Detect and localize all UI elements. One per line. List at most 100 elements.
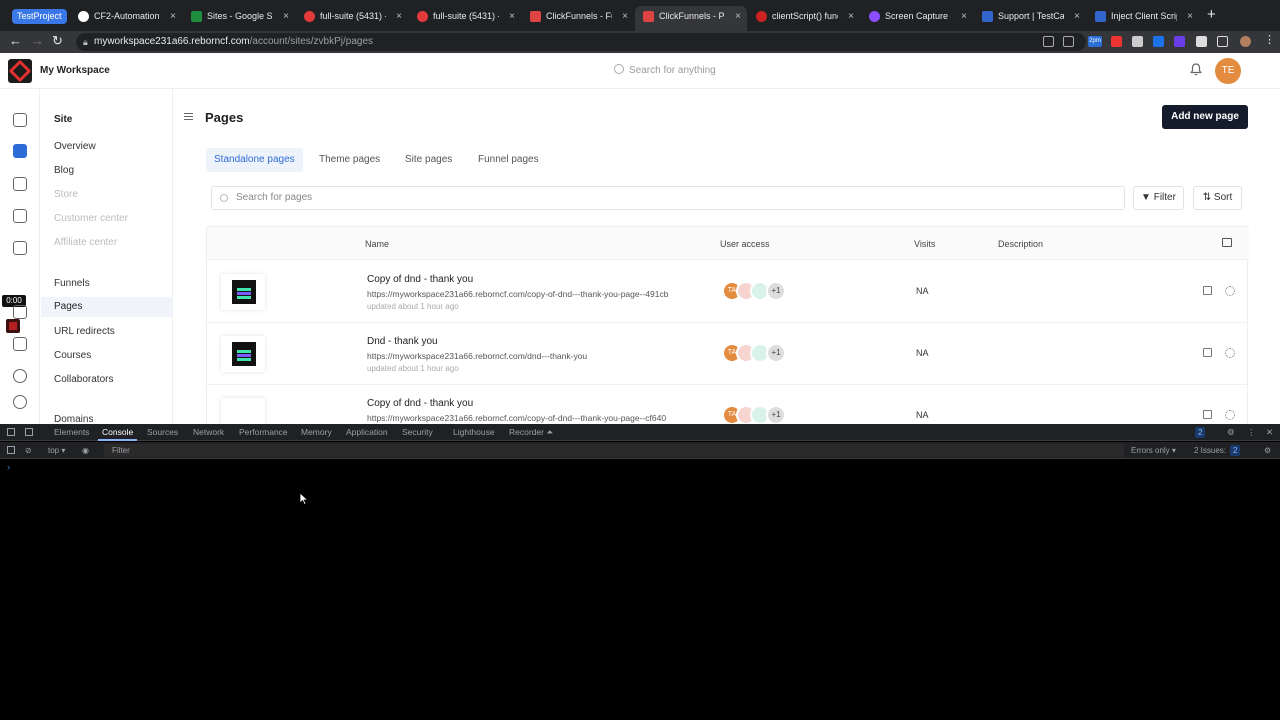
close-icon[interactable]: × xyxy=(283,6,289,27)
share-icon[interactable] xyxy=(1043,36,1054,47)
bookmark-star-icon[interactable] xyxy=(1063,36,1074,47)
forward-icon[interactable]: → xyxy=(31,33,44,48)
more-users-badge[interactable]: +1 xyxy=(766,281,786,301)
cart-icon[interactable] xyxy=(13,209,27,223)
pages-search-input[interactable]: Search for pages xyxy=(211,186,1125,210)
close-icon[interactable]: × xyxy=(622,6,628,27)
browser-tab[interactable]: Support | TestCafe × xyxy=(974,6,1086,31)
browser-tab[interactable]: ClickFunnels - Fu × xyxy=(522,6,634,31)
devtools-tab-performance[interactable]: Performance xyxy=(239,427,288,437)
global-search[interactable]: Search for anything xyxy=(614,64,716,76)
extension-icon[interactable] xyxy=(1153,36,1164,47)
tab-funnel-pages[interactable]: Funnel pages xyxy=(470,148,547,172)
copy-icon[interactable] xyxy=(1203,348,1212,357)
console-filter-input[interactable]: Filter xyxy=(104,444,1124,457)
extension-badge[interactable]: 2pm xyxy=(1088,36,1102,47)
browser-tab[interactable]: Sites - Google Sh × xyxy=(183,6,295,31)
clear-console-icon[interactable]: ⊘ xyxy=(25,446,32,455)
sidebar-item-courses[interactable]: Courses xyxy=(54,350,91,361)
console-settings-icon[interactable]: ⚙ xyxy=(1264,446,1271,455)
help-icon[interactable] xyxy=(13,395,27,409)
automation-icon[interactable] xyxy=(13,305,27,319)
marketing-icon[interactable] xyxy=(13,337,27,351)
browser-tab[interactable]: full-suite (5431) - × xyxy=(296,6,408,31)
inspect-icon[interactable] xyxy=(7,428,15,436)
sidebar-item-blog[interactable]: Blog xyxy=(54,165,74,176)
table-row[interactable]: Copy of dnd - thank you https://myworksp… xyxy=(207,385,1249,424)
browser-tab-active[interactable]: ClickFunnels - Pa × xyxy=(635,6,747,31)
table-row[interactable]: Dnd - thank you https://myworkspace231a6… xyxy=(207,323,1249,385)
console-prompt[interactable]: › xyxy=(7,462,10,472)
gear-icon[interactable] xyxy=(1225,410,1235,420)
more-icon[interactable]: ⋮ xyxy=(1247,427,1256,438)
page-thumbnail[interactable] xyxy=(221,398,265,424)
browser-tab[interactable]: Screen Capture o × xyxy=(861,6,973,31)
funnel-icon[interactable] xyxy=(13,177,27,191)
new-tab-button[interactable]: + xyxy=(1207,6,1216,23)
issues-count-badge[interactable]: 2 xyxy=(1230,445,1241,456)
clickfunnels-logo[interactable] xyxy=(8,59,32,83)
gear-icon[interactable] xyxy=(1225,286,1235,296)
sidebar-toggle-icon[interactable] xyxy=(7,446,15,454)
column-name[interactable]: Name xyxy=(365,239,389,249)
sidebar-item-domains[interactable]: Domains xyxy=(54,414,93,424)
site-icon[interactable] xyxy=(13,144,27,158)
sidepanel-icon[interactable] xyxy=(1217,36,1228,47)
page-url[interactable]: https://myworkspace231a66.reborncf.com/d… xyxy=(367,351,587,361)
issues-label[interactable]: 2 Issues: xyxy=(1194,446,1226,455)
close-icon[interactable]: ✕ xyxy=(1266,427,1273,438)
table-row[interactable]: Copy of dnd - thank you https://myworksp… xyxy=(207,261,1249,323)
reload-icon[interactable]: ↻ xyxy=(52,33,63,49)
more-users-badge[interactable]: +1 xyxy=(766,343,786,363)
devtools-tab-console[interactable]: Console xyxy=(97,427,138,441)
page-title-cell[interactable]: Dnd - thank you xyxy=(367,336,438,347)
address-bar[interactable]: 🔒︎ myworkspace231a66.reborncf.com/accoun… xyxy=(76,33,1086,51)
browser-tab[interactable]: CF2-Automation × xyxy=(70,6,182,31)
tab-standalone-pages[interactable]: Standalone pages xyxy=(206,148,303,172)
settings-icon[interactable] xyxy=(13,369,27,383)
page-url[interactable]: https://myworkspace231a66.reborncf.com/c… xyxy=(367,289,668,299)
back-icon[interactable]: ← xyxy=(9,33,22,48)
page-title-cell[interactable]: Copy of dnd - thank you xyxy=(367,274,473,285)
sidebar-item-collaborators[interactable]: Collaborators xyxy=(54,374,113,385)
tab-site-pages[interactable]: Site pages xyxy=(397,148,460,172)
gear-icon[interactable]: ⚙ xyxy=(1227,427,1235,438)
record-icon[interactable] xyxy=(6,319,20,333)
column-visits[interactable]: Visits xyxy=(914,239,935,249)
device-toolbar-icon[interactable] xyxy=(25,428,33,436)
workspace-name[interactable]: My Workspace xyxy=(40,65,110,76)
profile-chip[interactable]: TestProject xyxy=(12,9,67,24)
contacts-icon[interactable] xyxy=(13,241,27,255)
close-icon[interactable]: × xyxy=(509,6,515,27)
page-title-cell[interactable]: Copy of dnd - thank you xyxy=(367,398,473,409)
sidebar-item-url-redirects[interactable]: URL redirects xyxy=(54,326,115,337)
log-levels-select[interactable]: Errors only ▾ xyxy=(1131,446,1176,455)
sort-button[interactable]: ⇅ Sort xyxy=(1193,186,1242,210)
devtools-tab-network[interactable]: Network xyxy=(193,427,224,437)
add-new-page-button[interactable]: Add new page xyxy=(1162,105,1248,129)
devtools-tab-application[interactable]: Application xyxy=(346,427,388,437)
menu-toggle-icon[interactable] xyxy=(184,113,193,120)
close-icon[interactable]: × xyxy=(1074,6,1080,27)
message-count-badge[interactable]: 2 xyxy=(1195,427,1206,438)
page-url[interactable]: https://myworkspace231a66.reborncf.com/c… xyxy=(367,413,666,423)
extension-icon[interactable] xyxy=(1132,36,1143,47)
browser-tab[interactable]: Inject Client Scrip × xyxy=(1087,6,1199,31)
bell-icon[interactable] xyxy=(1190,63,1202,76)
close-icon[interactable]: × xyxy=(1187,6,1193,27)
sidebar-item-funnels[interactable]: Funnels xyxy=(54,278,90,289)
filter-button[interactable]: ▼ Filter xyxy=(1133,186,1184,210)
copy-icon[interactable] xyxy=(1203,410,1212,419)
menu-icon[interactable]: ⋮ xyxy=(1264,33,1275,46)
user-avatar[interactable]: TE xyxy=(1215,58,1241,84)
browser-tab[interactable]: clientScript() func × xyxy=(748,6,860,31)
sidebar-item-pages[interactable]: Pages xyxy=(41,297,173,317)
copy-icon[interactable] xyxy=(1203,286,1212,295)
close-icon[interactable]: × xyxy=(848,6,854,27)
devtools-tab-memory[interactable]: Memory xyxy=(301,427,332,437)
context-select[interactable]: top ▾ xyxy=(48,446,65,455)
extension-icon[interactable] xyxy=(1111,36,1122,47)
devtools-tab-sources[interactable]: Sources xyxy=(147,427,178,437)
devtools-tab-lighthouse[interactable]: Lighthouse xyxy=(453,427,495,437)
page-thumbnail[interactable] xyxy=(221,336,265,372)
